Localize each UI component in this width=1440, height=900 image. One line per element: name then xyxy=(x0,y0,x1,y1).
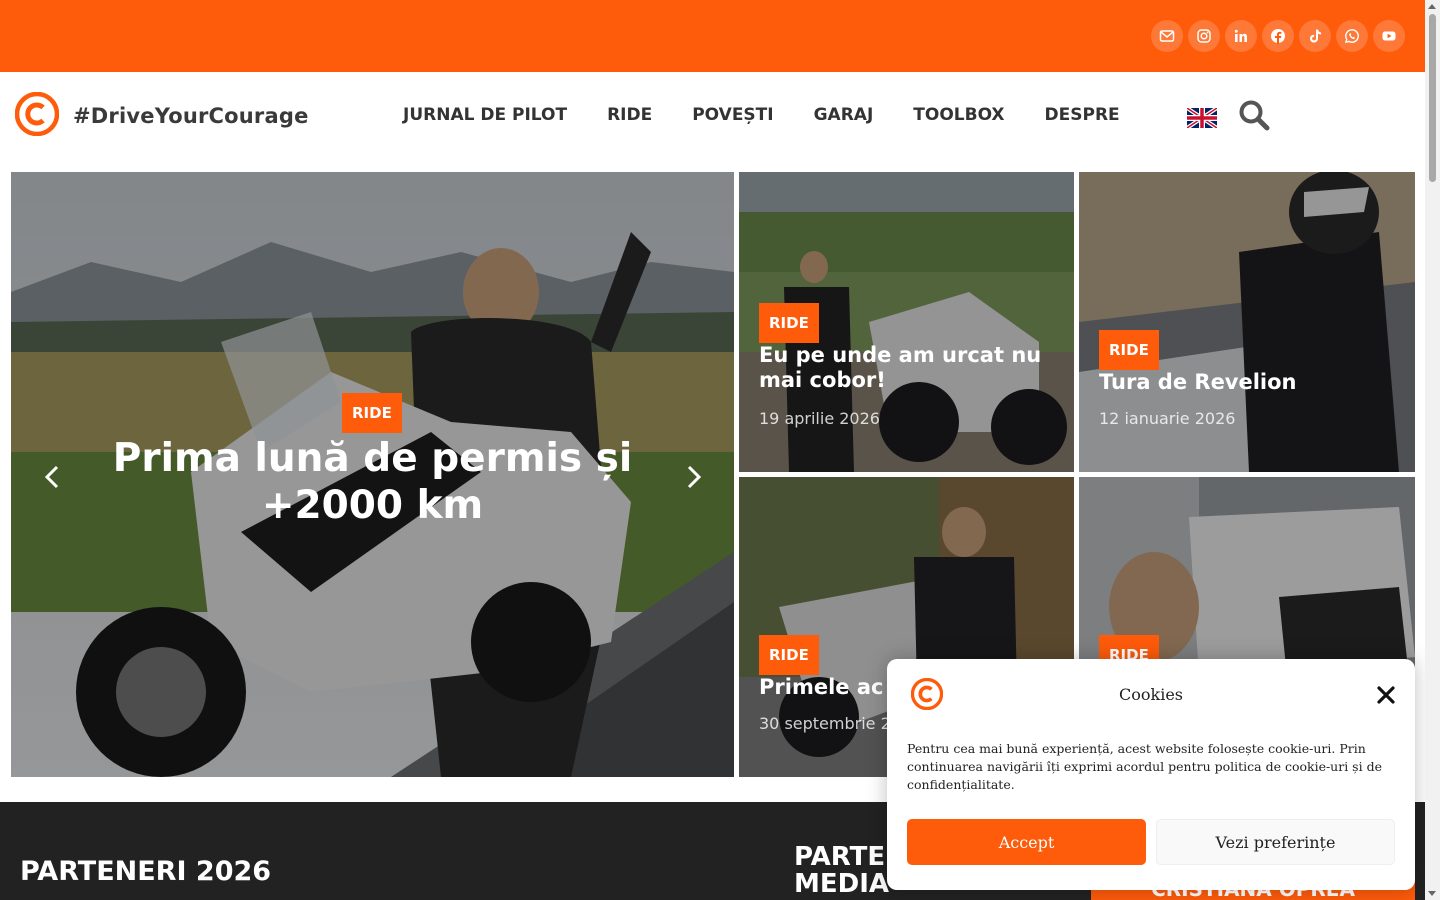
partners-heading: PARTENERI 2026 xyxy=(20,856,272,887)
youtube-icon xyxy=(1382,31,1396,41)
category-badge[interactable]: RIDE xyxy=(759,635,819,675)
facebook-icon xyxy=(1271,29,1285,44)
scroll-up-icon[interactable] xyxy=(1428,4,1436,9)
post-date: 19 aprilie 2026 xyxy=(759,409,880,428)
mail-icon xyxy=(1159,30,1175,42)
uk-flag-icon[interactable] xyxy=(1187,108,1217,128)
cookie-preferences-button[interactable]: Vezi preferințe xyxy=(1156,819,1395,865)
cookie-message: Pentru cea mai bună experiență, acest we… xyxy=(907,741,1382,792)
tiktok-icon xyxy=(1310,29,1321,43)
hero-featured-post[interactable]: RIDE Prima lună de permis și +2000 km xyxy=(11,172,734,777)
hero-title[interactable]: Prima lună de permis și +2000 km xyxy=(41,436,704,530)
scroll-thumb[interactable] xyxy=(1429,14,1436,182)
instagram-icon xyxy=(1197,29,1211,43)
brand-name[interactable]: #DriveYourCourage xyxy=(73,104,309,128)
scroll-down-icon[interactable] xyxy=(1428,891,1436,896)
page-scrollbar[interactable] xyxy=(1425,0,1440,900)
main-nav: JURNAL DE PILOT RIDE POVEȘTI GARAJ TOOLB… xyxy=(383,105,1140,125)
chevron-right-icon[interactable] xyxy=(682,455,706,499)
post-title[interactable]: Tura de Revelion xyxy=(1099,370,1399,395)
accept-cookies-button[interactable]: Accept xyxy=(907,819,1146,865)
linkedin-icon xyxy=(1234,29,1247,42)
close-icon[interactable] xyxy=(1377,686,1395,704)
facebook-link[interactable] xyxy=(1262,20,1294,52)
linkedin-link[interactable] xyxy=(1225,20,1257,52)
nav-item-toolbox[interactable]: TOOLBOX xyxy=(893,105,1024,125)
post-date: 30 septembrie 2 xyxy=(759,714,891,733)
category-badge[interactable]: RIDE xyxy=(342,393,402,433)
cookie-consent-dialog: Cookies Pentru cea mai bună experiență, … xyxy=(887,659,1415,890)
nav-item-jurnal-de-pilot[interactable]: JURNAL DE PILOT xyxy=(383,105,587,125)
nav-item-ride[interactable]: RIDE xyxy=(587,105,672,125)
nav-item-despre[interactable]: DESPRE xyxy=(1025,105,1140,125)
whatsapp-icon xyxy=(1345,29,1359,44)
chevron-left-icon[interactable] xyxy=(40,455,64,499)
mail-link[interactable] xyxy=(1151,20,1183,52)
post-card[interactable]: RIDE Tura de Revelion 12 ianuarie 2026 xyxy=(1079,172,1415,472)
nav-item-povesti[interactable]: POVEȘTI xyxy=(672,105,793,125)
post-card[interactable]: RIDE Eu pe unde am urcat nu mai cobor! 1… xyxy=(739,172,1074,472)
category-badge[interactable]: RIDE xyxy=(759,303,819,343)
search-icon[interactable] xyxy=(1237,98,1271,132)
post-date: 12 ianuarie 2026 xyxy=(1099,409,1236,428)
category-badge[interactable]: RIDE xyxy=(1099,330,1159,370)
nav-item-garaj[interactable]: GARAJ xyxy=(794,105,894,125)
brand-logo-icon[interactable] xyxy=(15,92,59,136)
youtube-link[interactable] xyxy=(1373,20,1405,52)
top-bar xyxy=(0,0,1425,72)
whatsapp-link[interactable] xyxy=(1336,20,1368,52)
cookie-title: Cookies xyxy=(1119,685,1183,704)
social-links xyxy=(1151,20,1405,52)
post-title[interactable]: Eu pe unde am urcat nu mai cobor! xyxy=(759,343,1059,393)
tiktok-link[interactable] xyxy=(1299,20,1331,52)
instagram-link[interactable] xyxy=(1188,20,1220,52)
site-header: #DriveYourCourage JURNAL DE PILOT RIDE P… xyxy=(0,72,1425,172)
